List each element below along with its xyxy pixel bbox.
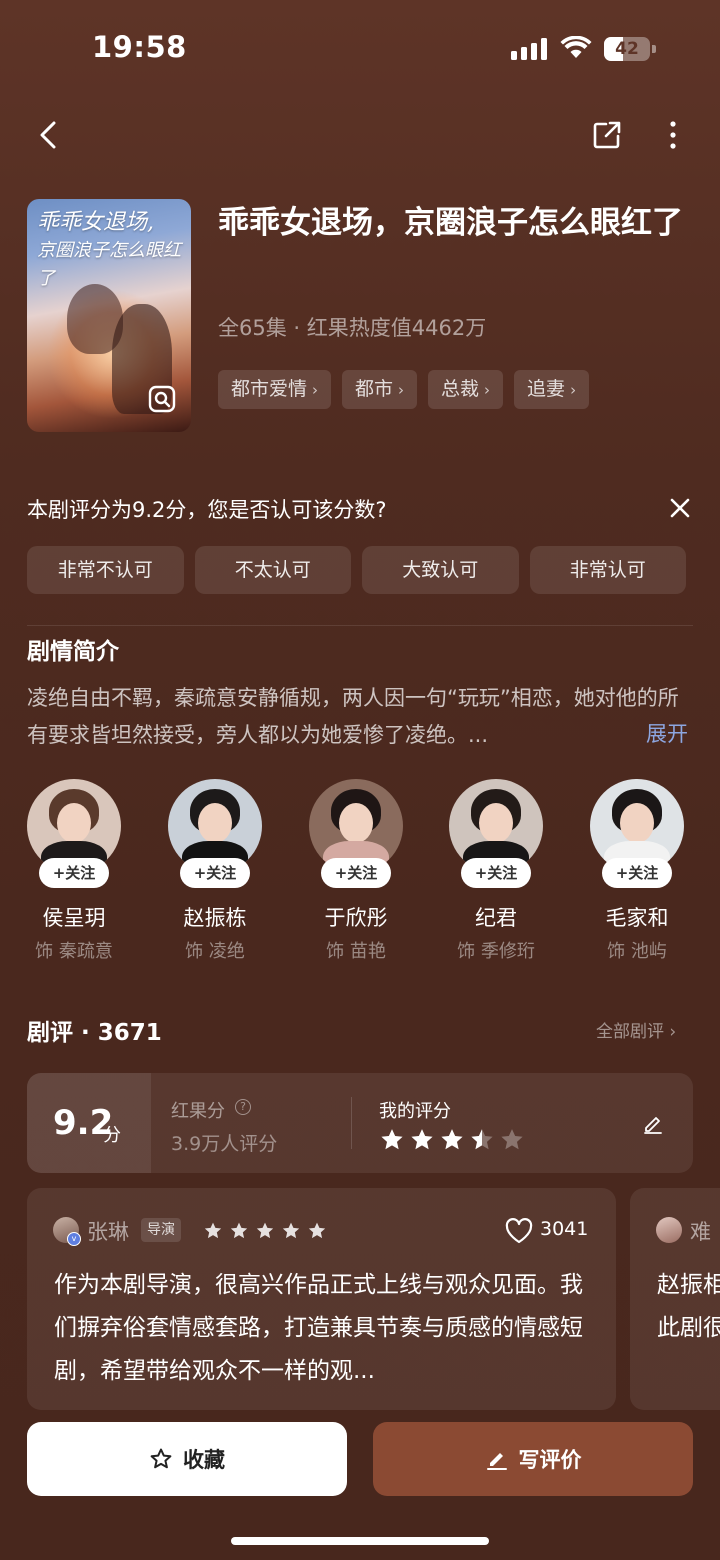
cast-name: 于欣彤 <box>324 906 388 930</box>
cast-name: 侯呈玥 <box>42 906 106 930</box>
star-icon <box>150 1448 172 1469</box>
review-text-line: 此剧很 <box>657 1315 720 1341</box>
follow-button[interactable]: +关注 <box>321 858 391 888</box>
poster-calligraphy-2: 京圈浪子怎么眼红了 <box>37 240 181 289</box>
star-icon <box>308 1222 326 1239</box>
share-icon[interactable] <box>590 118 624 152</box>
star-icon <box>256 1222 274 1239</box>
heart-icon[interactable] <box>505 1218 533 1244</box>
status-time: 19:58 <box>92 30 187 64</box>
cellular-signal-icon <box>511 38 547 60</box>
write-review-button[interactable]: 写评价 <box>373 1422 693 1496</box>
hongguo-score-label: 红果分 <box>171 1101 225 1122</box>
reviews-title: 剧评 · 3671 <box>27 1020 162 1046</box>
back-button[interactable] <box>32 118 66 152</box>
star-icon <box>471 1129 493 1150</box>
star-icon <box>230 1222 248 1239</box>
write-review-label: 写评价 <box>518 1448 582 1472</box>
review-text: 赵振相 此剧很 <box>657 1264 720 1350</box>
reviewer-role-badge: 导演 <box>141 1218 181 1242</box>
rating-option-strongly-agree[interactable]: 非常认可 <box>529 546 686 594</box>
rating-option-strongly-disagree[interactable]: 非常不认可 <box>27 546 184 594</box>
battery-icon: 42 <box>604 37 656 61</box>
drama-title: 乖乖女退场，京圈浪子怎么眼红了 <box>218 205 683 241</box>
follow-button[interactable]: +关注 <box>180 858 250 888</box>
image-search-icon[interactable] <box>147 384 177 414</box>
synopsis-text: 凌绝自由不羁，秦疏意安静循规，两人因一句“玩玩”相恋，她对他的所有要求皆坦然接受… <box>27 686 679 747</box>
chevron-right-icon: › <box>312 381 319 399</box>
cast-role: 饰 池屿 <box>607 941 667 962</box>
rating-option-disagree[interactable]: 不太认可 <box>194 546 351 594</box>
favorite-button[interactable]: 收藏 <box>27 1422 347 1496</box>
like-count: 3041 <box>540 1218 589 1240</box>
rating-question: 本剧评分为9.2分，您是否认可该分数? <box>27 498 387 522</box>
follow-button[interactable]: +关注 <box>39 858 109 888</box>
cast-name: 赵振栋 <box>183 906 247 930</box>
my-rating-label: 我的评分 <box>379 1101 451 1122</box>
tag-chip[interactable]: 追妻 › <box>514 370 590 409</box>
tag-chip[interactable]: 总裁 › <box>428 370 504 409</box>
rating-option-agree[interactable]: 大致认可 <box>362 546 519 594</box>
chevron-right-icon: › <box>398 381 405 399</box>
wifi-icon <box>560 36 592 58</box>
avatar[interactable] <box>656 1217 682 1243</box>
tag-label: 都市 <box>355 378 394 400</box>
tag-chip[interactable]: 都市爱情 › <box>218 370 332 409</box>
star-icon <box>204 1222 222 1239</box>
expand-link[interactable]: 展开 <box>646 718 688 748</box>
synopsis-title: 剧情简介 <box>27 639 119 665</box>
chevron-right-icon: › <box>570 381 577 399</box>
reviewer-name[interactable]: 难 <box>690 1216 711 1246</box>
divider <box>351 1097 352 1149</box>
reviewer-name[interactable]: 张琳 <box>87 1216 129 1246</box>
poster-calligraphy: 乖乖女退场, <box>37 210 154 235</box>
cast-name: 纪君 <box>475 906 517 930</box>
follow-button[interactable]: +关注 <box>461 858 531 888</box>
score-card: 9.2 分 红果分 ? 3.9万人评分 我的评分 <box>27 1073 693 1173</box>
review-text: 作为本剧导演，很高兴作品正式上线与观众见面。我们摒弃俗套情感套路，打造兼具节奏与… <box>54 1272 583 1384</box>
home-indicator[interactable] <box>231 1537 489 1545</box>
follow-button[interactable]: +关注 <box>602 858 672 888</box>
favorite-label: 收藏 <box>183 1448 225 1472</box>
score-unit: 分 <box>103 1125 121 1146</box>
cast-role: 饰 凌绝 <box>185 941 245 962</box>
drama-poster[interactable]: 乖乖女退场, 京圈浪子怎么眼红了 <box>27 199 191 432</box>
verified-icon: v <box>67 1232 81 1246</box>
cast-name: 毛家和 <box>605 906 669 930</box>
review-card[interactable]: 难 赵振相 此剧很 <box>630 1188 720 1410</box>
star-icon <box>381 1129 403 1150</box>
star-icon <box>411 1129 433 1150</box>
star-icon <box>441 1129 463 1150</box>
more-vertical-icon[interactable] <box>656 118 690 152</box>
tag-chip[interactable]: 都市 › <box>342 370 418 409</box>
help-icon[interactable]: ? <box>235 1099 251 1115</box>
tag-label: 总裁 <box>441 378 480 400</box>
tag-label: 追妻 <box>527 378 566 400</box>
cast-role: 饰 季修珩 <box>457 941 535 962</box>
star-icon <box>282 1222 300 1239</box>
pen-icon <box>486 1453 507 1470</box>
star-icon <box>501 1129 523 1150</box>
tag-label: 都市爱情 <box>231 378 308 400</box>
review-stars <box>203 1221 327 1241</box>
rating-options: 非常不认可 不太认可 大致认可 非常认可 <box>27 546 686 594</box>
chevron-right-icon: › <box>484 381 491 399</box>
review-card[interactable]: v 张琳 导演 3041 作为本剧导演，很高兴作品正式上线与观众见面。我们摒弃俗… <box>27 1188 616 1410</box>
battery-level: 42 <box>615 39 639 59</box>
review-text-line: 赵振相 <box>657 1272 720 1298</box>
tag-list: 都市爱情 › 都市 › 总裁 › 追妻 › <box>218 370 590 409</box>
divider <box>27 625 693 626</box>
cast-role: 饰 苗艳 <box>326 941 386 962</box>
all-reviews-link[interactable]: 全部剧评 › <box>596 1017 676 1042</box>
cast-role: 饰 秦疏意 <box>35 941 113 962</box>
close-icon[interactable] <box>666 494 694 522</box>
my-rating-stars[interactable] <box>379 1127 525 1153</box>
rater-count: 3.9万人评分 <box>171 1133 278 1155</box>
drama-meta: 全65集 · 红果热度值4462万 <box>218 316 487 340</box>
edit-icon[interactable] <box>641 1111 665 1135</box>
